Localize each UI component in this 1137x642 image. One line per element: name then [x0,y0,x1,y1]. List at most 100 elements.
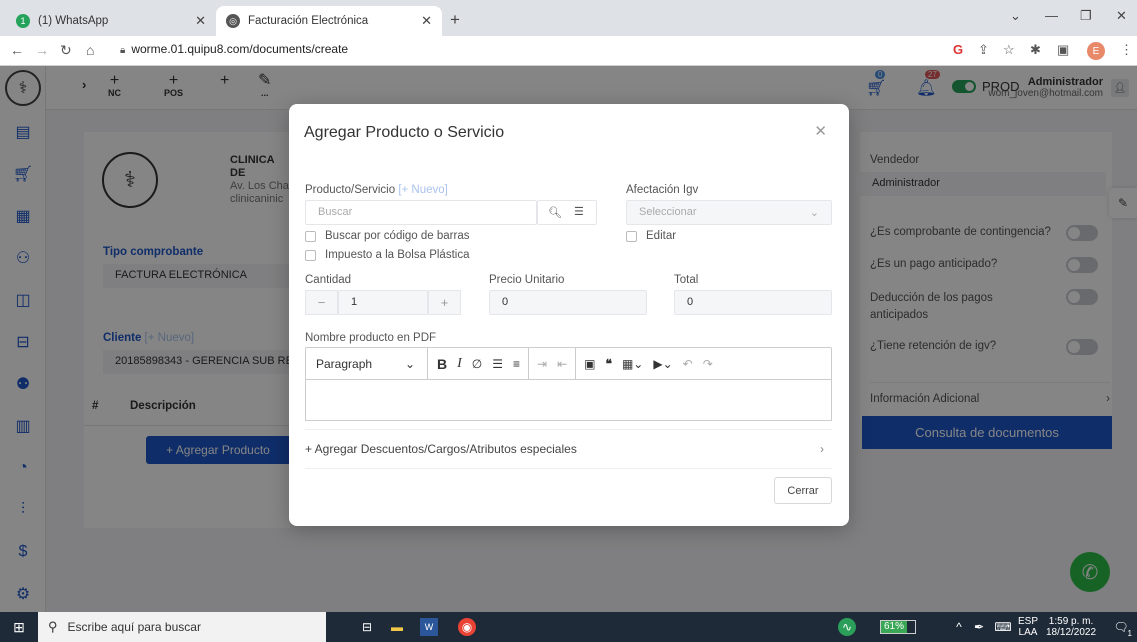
chrome-icon[interactable]: ◉ [458,618,476,636]
extensions-icon[interactable]: ✱ [1030,42,1041,58]
numbered-list-icon[interactable]: ≡ [508,357,525,371]
close-window-icon[interactable]: ✕ [1116,8,1127,24]
increment-button[interactable]: + [428,290,461,315]
menu-icon[interactable]: ⋮ [1120,42,1133,58]
clock[interactable]: 1:59 p. m. 18/12/2022 [1046,616,1096,638]
total-label: Total [674,274,699,286]
producto-new-link[interactable]: [+ Nuevo] [398,184,448,196]
search-icon[interactable]: 🔍︎ [548,206,562,219]
decrement-button[interactable]: − [305,290,338,315]
extras-accordion[interactable]: + Agregar Descuentos/Cargos/Atributos es… [305,429,832,469]
star-icon[interactable]: ☆ [1003,42,1015,58]
indent-icon[interactable]: ⇥ [532,357,552,371]
toolbar-divider [528,348,530,379]
outdent-icon[interactable]: ⇤ [552,357,572,371]
add-product-modal: Agregar Producto o Servicio ✕ Producto/S… [289,104,849,526]
taskbar-search[interactable]: ⚲ Escribe aquí para buscar [38,612,326,642]
clock-time: 1:59 p. m. [1048,616,1094,627]
image-icon[interactable]: ▣ [579,357,600,371]
notification-count: 1 [1127,629,1132,638]
back-icon[interactable]: ← [10,42,24,58]
close-tab-icon[interactable]: ✕ [421,13,432,29]
file-explorer-icon[interactable]: ▬ [388,618,406,636]
producto-label-text: Producto/Servicio [305,184,396,196]
cantidad-input[interactable]: 1 [338,290,428,315]
tab-whatsapp[interactable]: 1 (1) WhatsApp ✕ [6,6,216,36]
share-icon[interactable]: ⇪ [978,42,989,58]
checkbox-box[interactable] [626,230,637,242]
chevron-down-icon: ⌄ [404,356,415,371]
chevron-right-icon: › [820,442,824,456]
url-field[interactable]: 🔒︎ worme.01.quipu8.com/documents/create [120,42,348,56]
afectacion-select[interactable]: Seleccionar ⌄ [626,200,832,225]
pen-icon[interactable]: ✒ [970,618,988,636]
chevron-up-icon[interactable]: ^ [950,618,968,636]
language-indicator[interactable]: ESP LAA [1018,616,1038,638]
undo-icon[interactable]: ↶ [678,357,698,371]
profile-avatar[interactable]: E [1087,42,1105,60]
new-tab-button[interactable]: + [450,10,460,30]
tab-title: (1) WhatsApp [38,15,109,27]
bolsa-checkbox[interactable]: Impuesto a la Bolsa Plástica [305,249,469,261]
bullet-list-icon[interactable]: ☰ [487,357,508,371]
home-icon[interactable]: ⌂ [86,42,94,58]
extras-label: + Agregar Descuentos/Cargos/Atributos es… [305,442,577,456]
barcode-checkbox[interactable]: Buscar por código de barras [305,230,469,242]
redo-icon[interactable]: ↷ [698,357,718,371]
precio-label: Precio Unitario [489,274,565,286]
task-view-icon[interactable]: ⊟ [358,618,376,636]
product-search-input[interactable]: Buscar [305,200,537,225]
globe-favicon-icon: ◎ [226,14,240,28]
search-icon: ⚲ [48,619,58,634]
afectacion-label: Afectación Igv [626,184,699,196]
list-icon[interactable]: ☰ [574,205,584,218]
quote-icon[interactable]: ❝ [601,357,617,371]
bold-icon[interactable]: B [432,356,452,372]
notification-icon[interactable]: 🗨︎ 1 [1112,618,1132,638]
url-text: worme.01.quipu8.com/documents/create [131,42,349,56]
close-tab-icon[interactable]: ✕ [195,13,206,29]
editar-checkbox[interactable]: Editar [626,230,676,242]
toolbar-divider [575,348,577,379]
sidepanel-icon[interactable]: ▣ [1057,42,1069,58]
checkbox-box[interactable] [305,249,316,261]
search-buttons: 🔍︎ ☰ [537,200,597,225]
precio-input[interactable]: 0 [489,290,647,315]
link-icon[interactable]: ∅ [467,357,487,371]
windows-taskbar: ⊞ ⚲ Escribe aquí para buscar ⊟ ▬ W ◉ ∿ 6… [0,612,1137,642]
browser-tabbar: 1 (1) WhatsApp ✕ ◎ Facturación Electróni… [0,0,1137,36]
forward-icon[interactable]: → [35,42,49,58]
media-icon[interactable]: ▶⌄ [648,357,677,371]
keyboard-icon[interactable]: ⌨ [994,618,1012,636]
google-icon[interactable]: G [953,42,963,57]
restore-icon[interactable]: ❐ [1080,8,1092,24]
battery-indicator[interactable]: 61% [880,620,917,634]
network-monitor-icon[interactable]: ∿ [838,618,856,636]
editar-label: Editar [646,230,677,242]
italic-icon[interactable]: I [452,356,467,372]
app-container: ⚕ ▤ 🛒︎ ▦ ⚇ ◫ ⊟ ⚉ ▥ ◔ ⫶ $ ⚙ › + NC + POS … [0,66,1137,612]
minimize-icon[interactable]: — [1045,8,1058,23]
tab-search-icon[interactable]: ⌄ [1010,8,1021,24]
taskbar-search-text: Escribe aquí para buscar [67,620,201,634]
producto-label: Producto/Servicio [+ Nuevo] [305,184,448,196]
pdf-name-editor[interactable] [305,380,832,421]
clock-date: 18/12/2022 [1046,627,1097,638]
tab-facturacion[interactable]: ◎ Facturación Electrónica ✕ [216,6,442,36]
windows-start-icon[interactable]: ⊞ [10,618,28,636]
reload-icon[interactable]: ↻ [60,42,72,59]
editor-toolbar: Paragraph ⌄ B I ∅ ☰ ≡ ⇥ ⇤ ▣ ❝ ▦⌄ ▶⌄ ↶ ↷ [305,347,832,380]
bolsa-label: Impuesto a la Bolsa Plástica [325,249,470,261]
whatsapp-favicon-icon: 1 [16,14,30,28]
lang-top: ESP [1018,616,1039,627]
address-bar: ← → ↻ ⌂ 🔒︎ worme.01.quipu8.com/documents/… [0,36,1137,66]
close-icon[interactable]: ✕ [814,122,827,140]
cerrar-button[interactable]: Cerrar [774,477,832,504]
checkbox-box[interactable] [305,230,316,242]
format-label: Paragraph [316,356,373,371]
word-icon[interactable]: W [420,618,438,636]
cantidad-label: Cantidad [305,274,352,286]
table-icon[interactable]: ▦⌄ [617,357,648,371]
format-select[interactable]: Paragraph ⌄ [306,348,428,379]
modal-title: Agregar Producto o Servicio [304,124,505,141]
